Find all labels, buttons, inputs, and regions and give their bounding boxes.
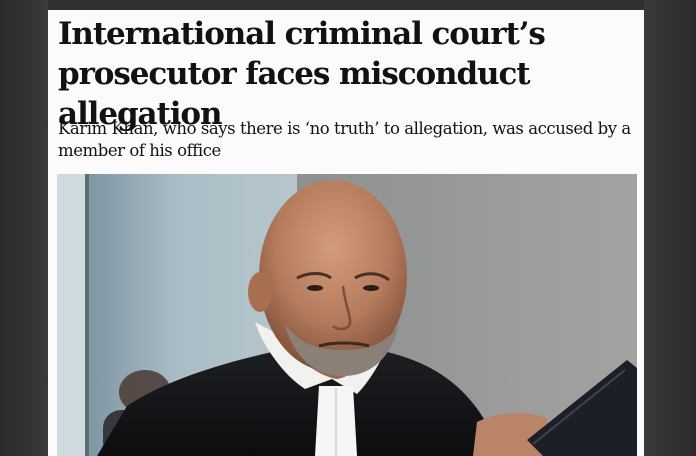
photo-illustration bbox=[57, 174, 637, 456]
article-photo[interactable] bbox=[57, 174, 637, 456]
surround-top bbox=[0, 0, 696, 10]
article-headline[interactable]: International criminal court’s prosecuto… bbox=[58, 14, 638, 134]
article-card: International criminal court’s prosecuto… bbox=[48, 10, 644, 456]
article-standfirst: Karim Khan, who says there is ‘no truth’… bbox=[58, 119, 631, 160]
surround-left bbox=[0, 0, 48, 456]
surround-right bbox=[644, 0, 696, 456]
